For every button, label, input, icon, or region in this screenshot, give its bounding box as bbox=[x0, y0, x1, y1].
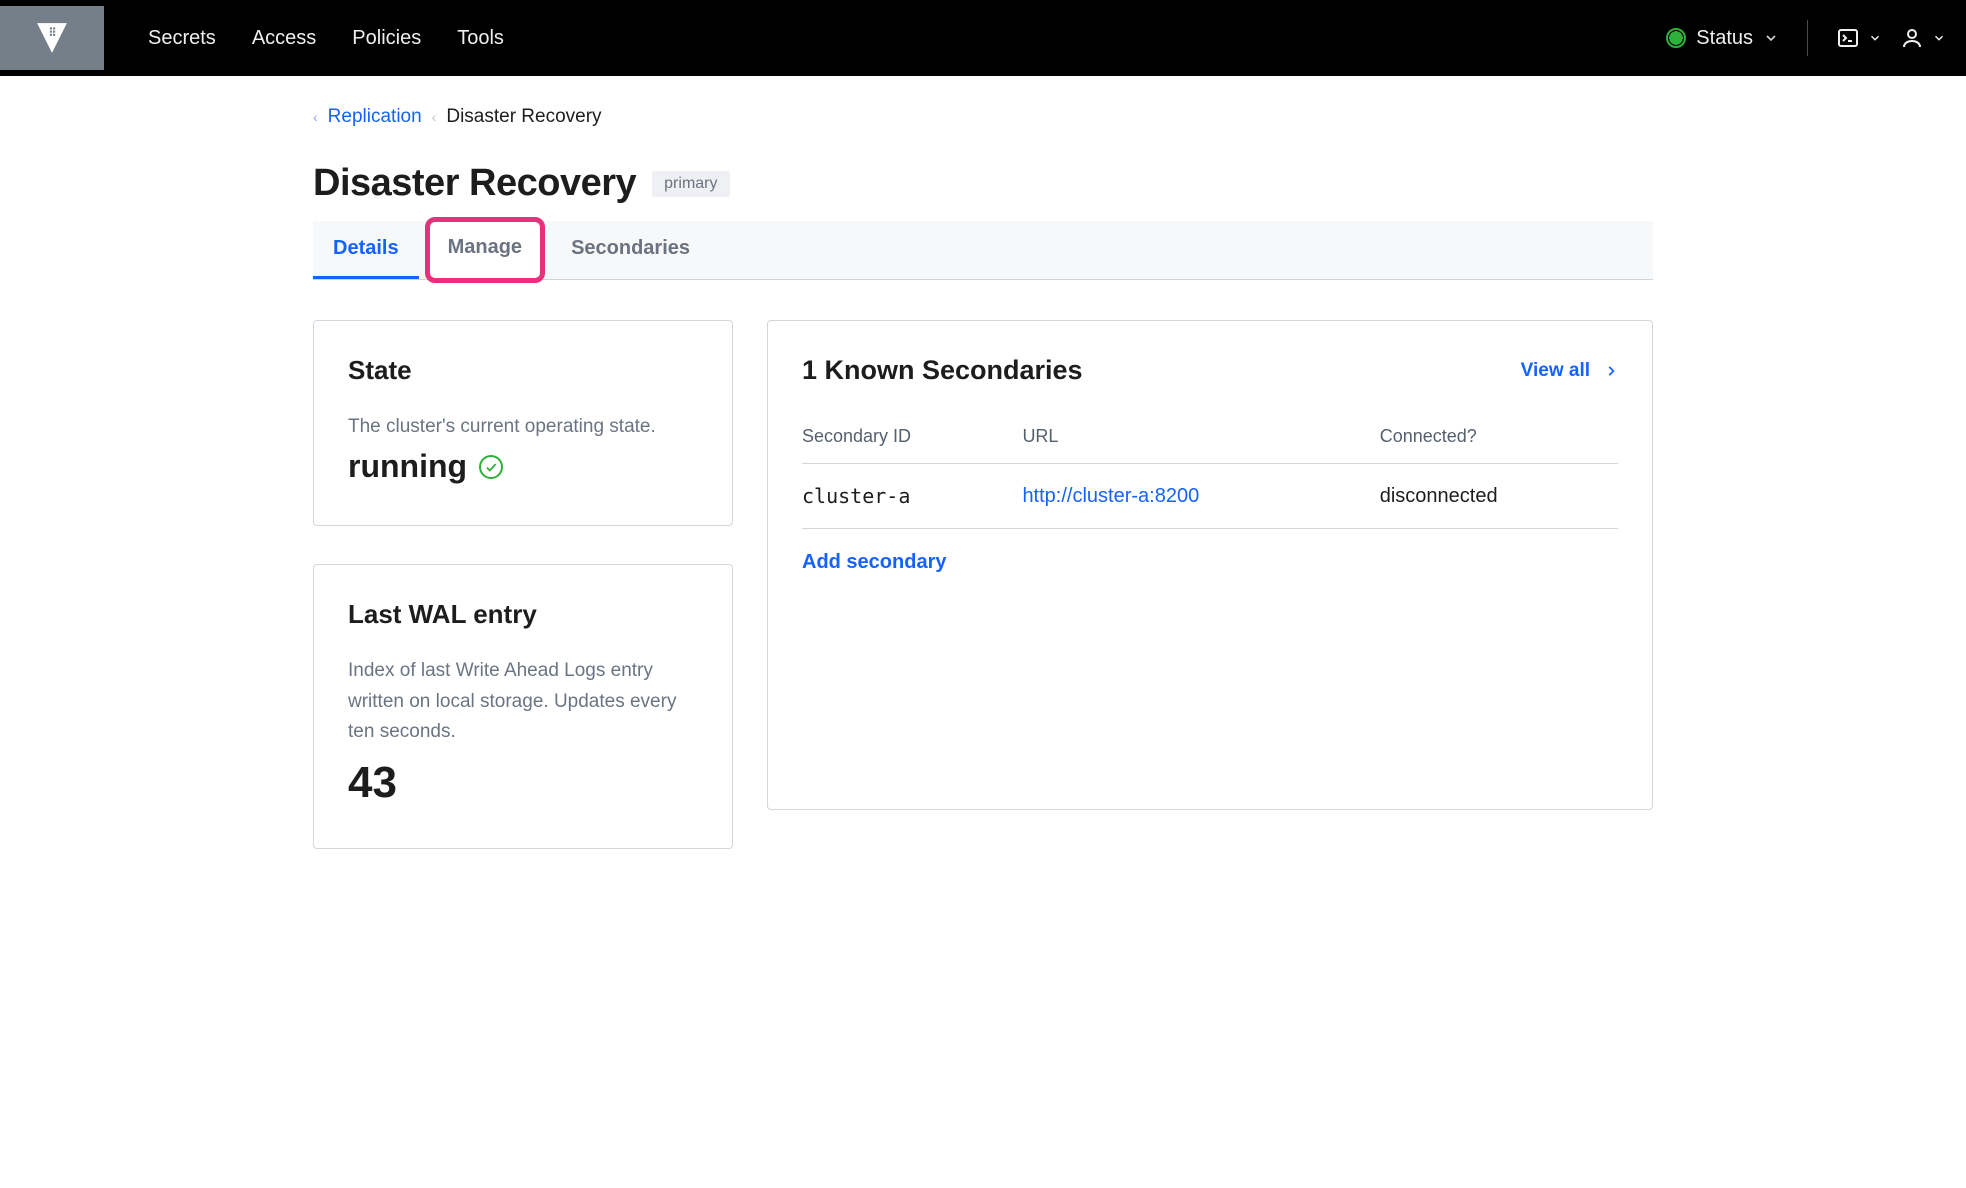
chevron-down-icon bbox=[1932, 31, 1946, 45]
secondaries-table: Secondary ID URL Connected? cluster-a ht… bbox=[802, 426, 1618, 529]
left-column: State The cluster's current operating st… bbox=[313, 320, 733, 849]
col-connected: Connected? bbox=[1380, 426, 1618, 464]
role-badge: primary bbox=[652, 171, 729, 197]
secondaries-header: 1 Known Secondaries View all bbox=[802, 355, 1618, 386]
header-divider bbox=[1807, 20, 1808, 56]
cell-url: http://cluster-a:8200 bbox=[1022, 464, 1379, 529]
primary-nav: Secrets Access Policies Tools bbox=[148, 27, 504, 50]
user-menu[interactable] bbox=[1900, 26, 1946, 50]
console-icon bbox=[1836, 26, 1860, 50]
secondaries-title: 1 Known Secondaries bbox=[802, 355, 1083, 386]
view-all-link[interactable]: View all bbox=[1521, 360, 1618, 382]
nav-secrets[interactable]: Secrets bbox=[148, 27, 216, 50]
tab-manage[interactable]: Manage bbox=[425, 217, 545, 283]
breadcrumb: ‹ Replication ‹ Disaster Recovery bbox=[313, 106, 1653, 128]
user-icon bbox=[1900, 26, 1924, 50]
chevron-down-icon bbox=[1868, 31, 1882, 45]
header-right: Status bbox=[1666, 20, 1946, 56]
vault-logo[interactable] bbox=[0, 6, 104, 70]
tab-details[interactable]: Details bbox=[313, 221, 419, 279]
status-label: Status bbox=[1696, 27, 1753, 50]
status-indicator-icon bbox=[1666, 28, 1686, 48]
cell-secondary-id: cluster-a bbox=[802, 464, 1022, 529]
console-menu[interactable] bbox=[1836, 26, 1882, 50]
wal-card-desc: Index of last Write Ahead Logs entry wri… bbox=[348, 656, 698, 747]
secondaries-card: 1 Known Secondaries View all Secondary I… bbox=[767, 320, 1653, 810]
status-menu[interactable]: Status bbox=[1666, 27, 1779, 50]
col-url: URL bbox=[1022, 426, 1379, 464]
state-card-desc: The cluster's current operating state. bbox=[348, 412, 698, 442]
chevron-left-icon: ‹ bbox=[432, 109, 437, 125]
state-card: State The cluster's current operating st… bbox=[313, 320, 733, 526]
add-secondary-link[interactable]: Add secondary bbox=[802, 551, 946, 574]
wal-card: Last WAL entry Index of last Write Ahead… bbox=[313, 564, 733, 848]
app-header: Secrets Access Policies Tools Status bbox=[0, 0, 1966, 76]
nav-access[interactable]: Access bbox=[252, 27, 316, 50]
state-value: running bbox=[348, 448, 467, 485]
secondary-url-link[interactable]: http://cluster-a:8200 bbox=[1022, 485, 1199, 507]
right-column: 1 Known Secondaries View all Secondary I… bbox=[767, 320, 1653, 810]
nav-tools[interactable]: Tools bbox=[457, 27, 504, 50]
content-grid: State The cluster's current operating st… bbox=[313, 320, 1653, 849]
vault-logo-icon bbox=[35, 21, 69, 55]
state-value-row: running bbox=[348, 448, 698, 485]
chevron-right-icon bbox=[1604, 364, 1618, 378]
tabs: Details Manage Secondaries bbox=[313, 221, 1653, 280]
wal-card-title: Last WAL entry bbox=[348, 599, 698, 630]
state-card-title: State bbox=[348, 355, 698, 386]
table-row: cluster-a http://cluster-a:8200 disconne… bbox=[802, 464, 1618, 529]
view-all-label: View all bbox=[1521, 360, 1590, 382]
breadcrumb-current: Disaster Recovery bbox=[446, 106, 601, 128]
breadcrumb-parent[interactable]: Replication bbox=[328, 106, 422, 128]
page-title: Disaster Recovery bbox=[313, 162, 636, 205]
wal-value: 43 bbox=[348, 758, 698, 808]
nav-policies[interactable]: Policies bbox=[352, 27, 421, 50]
main-container: ‹ Replication ‹ Disaster Recovery Disast… bbox=[313, 76, 1653, 909]
col-secondary-id: Secondary ID bbox=[802, 426, 1022, 464]
chevron-left-icon: ‹ bbox=[313, 109, 318, 125]
check-circle-icon bbox=[479, 455, 503, 479]
cell-connected: disconnected bbox=[1380, 464, 1618, 529]
tab-secondaries[interactable]: Secondaries bbox=[551, 221, 710, 279]
title-row: Disaster Recovery primary bbox=[313, 162, 1653, 205]
chevron-down-icon bbox=[1763, 30, 1779, 46]
